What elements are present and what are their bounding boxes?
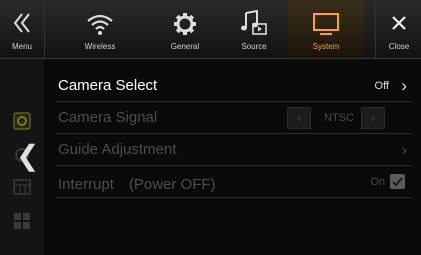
- system-label: System: [312, 42, 340, 51]
- music-source-icon: [241, 10, 267, 35]
- close-icon: [392, 16, 406, 30]
- close-label: Close: [388, 42, 410, 51]
- camera-signal-value: NTSC: [324, 112, 354, 124]
- back-chevron-icon[interactable]: ❮: [16, 142, 39, 170]
- checkmark-icon: [392, 177, 403, 187]
- camera-icon[interactable]: [12, 111, 32, 131]
- chevron-right-icon: ›: [401, 140, 407, 159]
- tab-general[interactable]: General: [155, 0, 215, 58]
- gear-icon: [174, 13, 196, 35]
- camera-select-label: Camera Select: [58, 77, 158, 94]
- guide-adjustment-row: Guide Adjustment ›: [56, 135, 411, 166]
- camera-select-value: Off: [374, 80, 389, 92]
- interrupt-label: Interrupt (Power OFF): [58, 176, 216, 193]
- camera-signal-row: Camera Signal ‹ NTSC ›: [56, 103, 411, 134]
- general-label: General: [170, 42, 200, 51]
- camera-signal-increase-button[interactable]: ›: [361, 107, 385, 129]
- guide-adjustment-label: Guide Adjustment: [58, 141, 177, 158]
- calendar-icon[interactable]: [12, 177, 32, 197]
- tab-system[interactable]: System: [288, 0, 364, 58]
- tab-wireless[interactable]: Wireless: [70, 0, 130, 58]
- camera-signal-decrease-button[interactable]: ‹: [287, 107, 311, 129]
- menu-button[interactable]: Menu: [0, 0, 45, 58]
- settings-list: Camera Select Off › Camera Signal ‹ NTSC…: [44, 59, 421, 255]
- chevron-right-icon: ›: [401, 76, 407, 95]
- source-label: Source: [241, 42, 267, 51]
- menu-label: Menu: [11, 42, 32, 51]
- grid-icon[interactable]: [12, 211, 32, 231]
- interrupt-row: Interrupt (Power OFF) On: [56, 167, 411, 198]
- top-navigation-bar: Menu Wireless General Source System Clos…: [0, 0, 421, 59]
- camera-signal-label: Camera Signal: [58, 109, 158, 126]
- wifi-icon: [87, 14, 113, 35]
- wireless-label: Wireless: [84, 42, 116, 51]
- close-button[interactable]: Close: [375, 0, 421, 58]
- tab-source[interactable]: Source: [222, 0, 286, 58]
- interrupt-checkbox[interactable]: [390, 174, 405, 189]
- camera-select-row[interactable]: Camera Select Off ›: [56, 71, 411, 102]
- double-chevron-left-icon: [13, 13, 30, 33]
- monitor-icon: [313, 13, 339, 35]
- interrupt-value: On: [370, 176, 385, 188]
